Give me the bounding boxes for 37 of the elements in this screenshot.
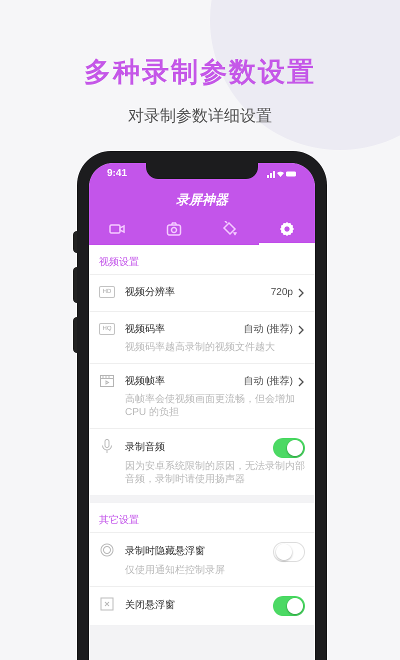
status-time: 9:41	[107, 167, 128, 181]
settings-row[interactable]: 录制时隐藏悬浮窗 仅使用通知栏控制录屏	[89, 532, 315, 586]
setting-description: 视频码率越高录制的视频文件越大	[125, 340, 276, 354]
headline: 多种录制参数设置	[84, 56, 316, 89]
setting-label: 视频分辨率	[125, 286, 176, 300]
chevron-right-icon	[297, 376, 305, 386]
app-title: 录屏神器	[175, 190, 230, 208]
setting-value: 自动 (推荐)	[244, 374, 293, 389]
chevron-right-icon	[297, 324, 305, 334]
toggle-switch[interactable]	[273, 438, 305, 458]
toggle-switch[interactable]	[273, 596, 305, 616]
setting-label: 视频帧率	[125, 374, 166, 389]
video-frame-icon	[99, 372, 115, 388]
setting-value: 720p	[270, 286, 293, 300]
setting-label: 录制时隐藏悬浮窗	[125, 544, 206, 559]
subheadline: 对录制参数详细设置	[128, 106, 272, 126]
setting-description: 高帧率会使视频画面更流畅，但会增加 CPU 的负担	[125, 392, 296, 418]
settings-icon	[278, 220, 295, 236]
setting-label: 录制音频	[125, 440, 166, 455]
setting-label: 关闭悬浮窗	[125, 598, 176, 613]
microphone-icon	[99, 438, 115, 454]
setting-value: 自动 (推荐)	[244, 322, 293, 337]
chevron-right-icon	[297, 288, 305, 298]
close-icon	[99, 596, 115, 612]
section-title: 其它设置	[98, 514, 140, 528]
setting-description: 因为安卓系统限制的原因，无法录制内部音频，录制时请使用扬声器	[125, 460, 305, 486]
settings-row[interactable]: 录制音频 因为安卓系统限制的原因，无法录制内部音频，录制时请使用扬声器	[89, 428, 315, 494]
circle-icon	[99, 542, 115, 558]
toggle-switch[interactable]	[273, 542, 305, 562]
camera-icon	[166, 220, 182, 236]
status-icons	[267, 170, 297, 178]
setting-label: 视频码率	[125, 322, 166, 337]
section-title: 视频设置	[98, 256, 140, 270]
settings-row[interactable]: 视频帧率 自动 (推荐) 高帧率会使视频画面更流畅，但会增加 CPU 的负担	[89, 362, 315, 428]
setting-description: 仅使用通知栏控制录屏	[125, 564, 226, 576]
paint-bucket-icon	[222, 220, 238, 236]
settings-row[interactable]: 关闭悬浮窗	[89, 586, 315, 624]
